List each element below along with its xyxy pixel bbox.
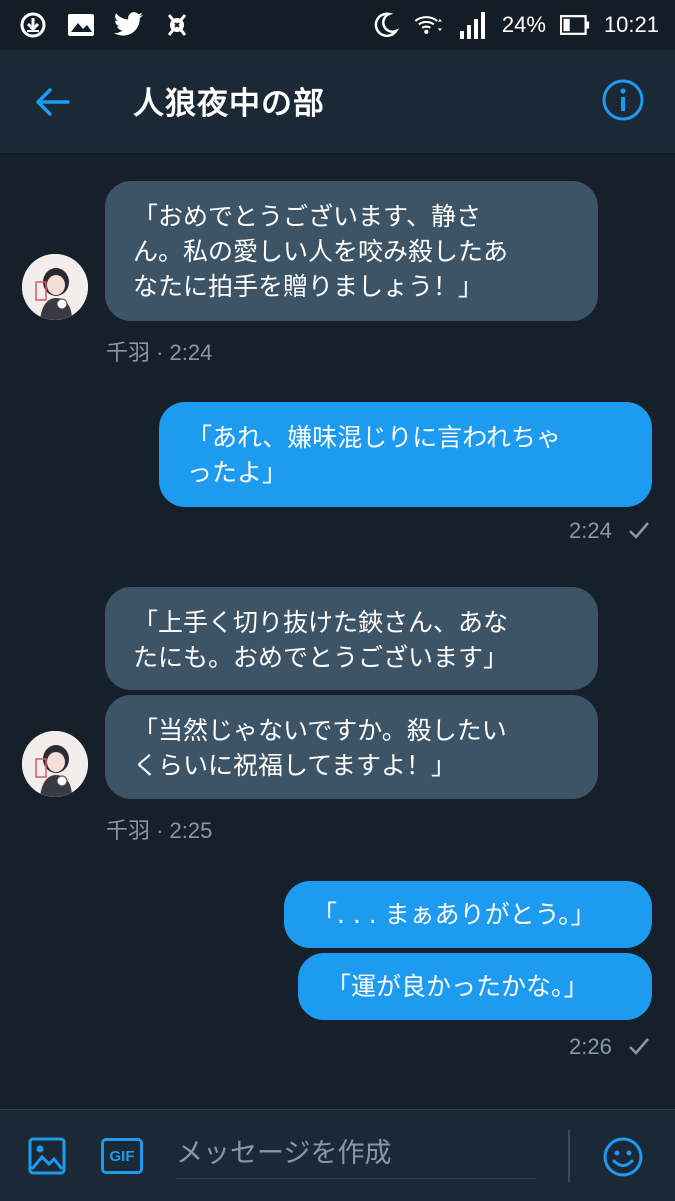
back-button[interactable] [30,80,74,124]
avatar[interactable] [22,731,88,797]
message-meta: 2:26 [569,1034,650,1061]
message-meta: 2:24 [569,518,650,545]
arrow-left-icon [36,88,70,116]
message-composer: GIF [0,1109,675,1201]
twitter-icon [114,10,144,40]
status-bar: 24% 10:21 [0,0,675,50]
outgoing-message[interactable]: 「あれ、嫌味混じりに言われちゃ ったよ」 [159,402,652,507]
add-media-button[interactable] [27,1136,67,1176]
conversation-title: 人狼夜中の部 [133,86,325,122]
wifi-icon [414,10,444,40]
conversation-header: 人狼夜中の部 [0,50,675,154]
outgoing-message[interactable]: 「運が良かったかな。」 [298,953,652,1020]
info-button[interactable] [601,78,645,122]
composer-divider [568,1130,570,1182]
incoming-message[interactable]: 「当然じゃないですか。殺したい くらいに祝福してますよ！」 [105,695,598,799]
emoji-button[interactable] [602,1136,644,1178]
system-status: 24% 10:21 [370,8,659,42]
clock: 10:21 [603,12,659,37]
image-icon [28,1137,66,1175]
info-icon [602,79,644,121]
message-input[interactable] [176,1128,536,1179]
sent-check-icon [628,519,650,545]
message-time: 2:26 [569,1034,612,1059]
incoming-message[interactable]: 「上手く切り抜けた鋏さん、あな たにも。おめでとうございます」 [105,587,598,690]
download-icon [18,10,48,40]
bug-icon [162,10,192,40]
signal-icon [458,10,488,40]
message-meta: 千羽 · 2:25 [106,818,213,843]
incoming-message[interactable]: 「おめでとうございます、静さ ん。私の愛しい人を咬み殺したあ なたに拍手を贈りま… [105,181,598,321]
sent-check-icon [628,1035,650,1061]
emoji-icon [603,1137,643,1177]
battery-percent: 24% [501,12,546,37]
notification-icons [18,10,192,40]
gallery-icon [66,10,96,40]
gif-button[interactable]: GIF [101,1138,143,1174]
moon-icon [370,10,400,40]
outgoing-message[interactable]: 「. . . まぁありがとう。」 [284,881,652,948]
battery-icon [559,10,590,40]
avatar[interactable] [22,254,88,320]
message-time: 2:24 [569,518,612,543]
message-meta: 千羽 · 2:24 [106,340,213,365]
